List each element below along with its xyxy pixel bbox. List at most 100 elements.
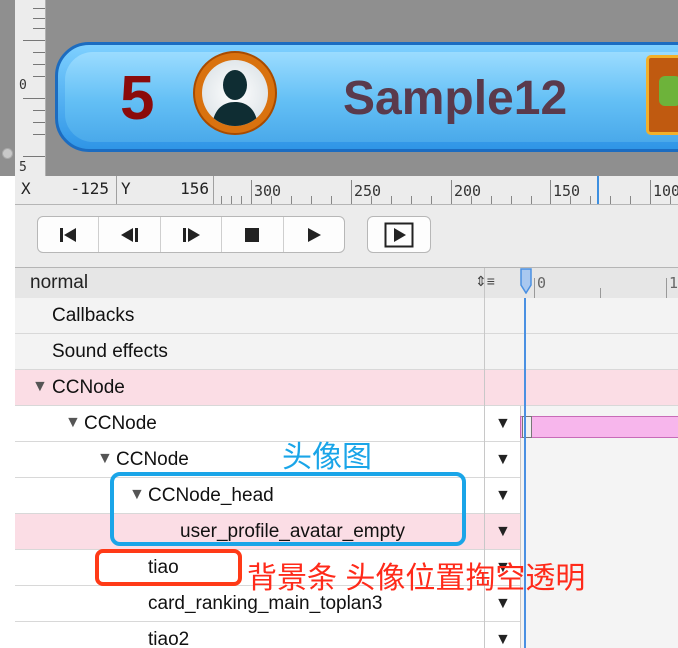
ruler-tick [391,196,392,204]
keyframe-bar[interactable] [520,416,678,438]
timeline-tick-label: 1 [669,274,678,292]
play-icon [307,227,321,242]
ruler-tick [23,98,45,99]
row-label: CCNode [52,377,125,398]
timeline-header: normal ⇕≡ 0 1 [15,268,678,299]
row-label: Callbacks [52,305,135,326]
ruler-tick [311,196,312,204]
ruler-tick [531,196,532,204]
separator [213,176,214,204]
step-forward-button[interactable] [161,217,223,252]
keyframe-track[interactable] [520,442,678,478]
row-label: tiao2 [148,629,190,648]
ruler-tick [221,196,222,204]
ruler-tick [451,180,452,204]
ruler-number: 150 [553,182,581,200]
resize-handle[interactable] [2,148,13,159]
x-value: -125 [70,179,109,198]
separator [484,622,485,648]
ruler-tick [491,196,492,204]
rank-number: 5 [120,64,155,133]
property-menu-arrow-icon[interactable]: ▼ [495,631,511,648]
play-once-button[interactable] [367,216,431,253]
row-label: CCNode [116,449,189,470]
ruler-tick [590,196,591,204]
ruler-tick [511,196,512,204]
ruler-tick [251,180,252,204]
expand-triangle-icon[interactable]: ▼ [97,450,113,468]
ruler-tick [23,156,45,157]
separator [484,406,485,442]
ruler-tick [630,196,631,204]
property-menu-arrow-icon[interactable]: ▼ [495,595,511,613]
row-label: CCNode [84,413,157,434]
timeline-tick [600,288,601,298]
row-label: Sound effects [52,341,168,362]
ruler-tick [33,18,45,19]
book-icon [646,55,678,135]
annotation-red-label: 背景条 头像位置掏空透明 [247,562,586,595]
step-back-button[interactable] [99,217,161,252]
ruler-tick [331,196,332,204]
ruler-tick [431,196,432,204]
separator [484,370,485,406]
ruler-tick [33,110,45,111]
ruler-position-marker [597,176,599,204]
ruler-tick [650,180,651,204]
ruler-tick [33,64,45,65]
keyframe-track[interactable] [520,514,678,550]
playback-toolbar [15,205,678,268]
step-forward-icon [183,227,201,242]
ruler-tick [33,52,45,53]
playhead-handle-icon[interactable] [518,268,534,294]
play-button[interactable] [284,217,344,252]
ruler-number: 0 [19,78,27,93]
player-name: Sample12 [343,72,568,125]
ruler-tick [23,40,45,41]
sequence-name[interactable]: normal [30,272,88,294]
separator [484,514,485,550]
jump-to-start-icon [60,227,77,242]
ruler-tick [33,122,45,123]
ruler-number: 100 [653,182,678,200]
x-label: X [21,179,31,198]
row-sound-effects[interactable]: Sound effects [15,334,678,370]
property-menu-arrow-icon[interactable]: ▼ [495,451,511,469]
y-value: 156 [180,179,209,198]
ruler-tick [550,180,551,204]
step-back-icon [120,227,138,242]
separator [484,478,485,514]
row-ccnode-root[interactable]: ▼ CCNode [15,370,678,406]
ruler-tick [411,196,412,204]
separator [484,268,485,298]
ruler-tick [33,8,45,9]
coordinate-bar: X -125 Y 156 300 250 200 150 100 [15,176,678,205]
separator [484,298,485,334]
ruler-tick [291,196,292,204]
ruler-number: 300 [254,182,282,200]
separator [116,176,117,204]
play-once-icon [384,222,414,247]
property-menu-arrow-icon[interactable]: ▼ [495,487,511,505]
row-callbacks[interactable]: Callbacks [15,298,678,334]
property-menu-arrow-icon[interactable]: ▼ [495,415,511,433]
keyframe-track[interactable] [520,478,678,514]
canvas-preview[interactable]: 0 5 5 Sample12 [0,0,678,176]
jump-to-start-button[interactable] [38,217,100,252]
expand-triangle-icon[interactable]: ▼ [32,378,48,396]
annotation-blue-label: 头像图 [282,441,372,474]
ruler-tick [610,196,611,204]
property-menu-arrow-icon[interactable]: ▼ [495,523,511,541]
keyframe-track[interactable] [520,622,678,648]
separator [484,442,485,478]
ranking-banner[interactable]: 5 Sample12 [55,42,678,152]
vertical-ruler: 0 5 [15,0,46,176]
expand-triangle-icon[interactable]: ▼ [65,414,81,432]
stop-button[interactable] [222,217,284,252]
annotation-red-box [95,549,242,586]
row-tiao2[interactable]: tiao2 ▼ [15,622,678,648]
ruler-number: 5 [19,160,27,175]
timeline-tick-label: 0 [537,274,547,292]
avatar[interactable] [193,51,277,135]
annotation-blue-box [110,472,466,546]
